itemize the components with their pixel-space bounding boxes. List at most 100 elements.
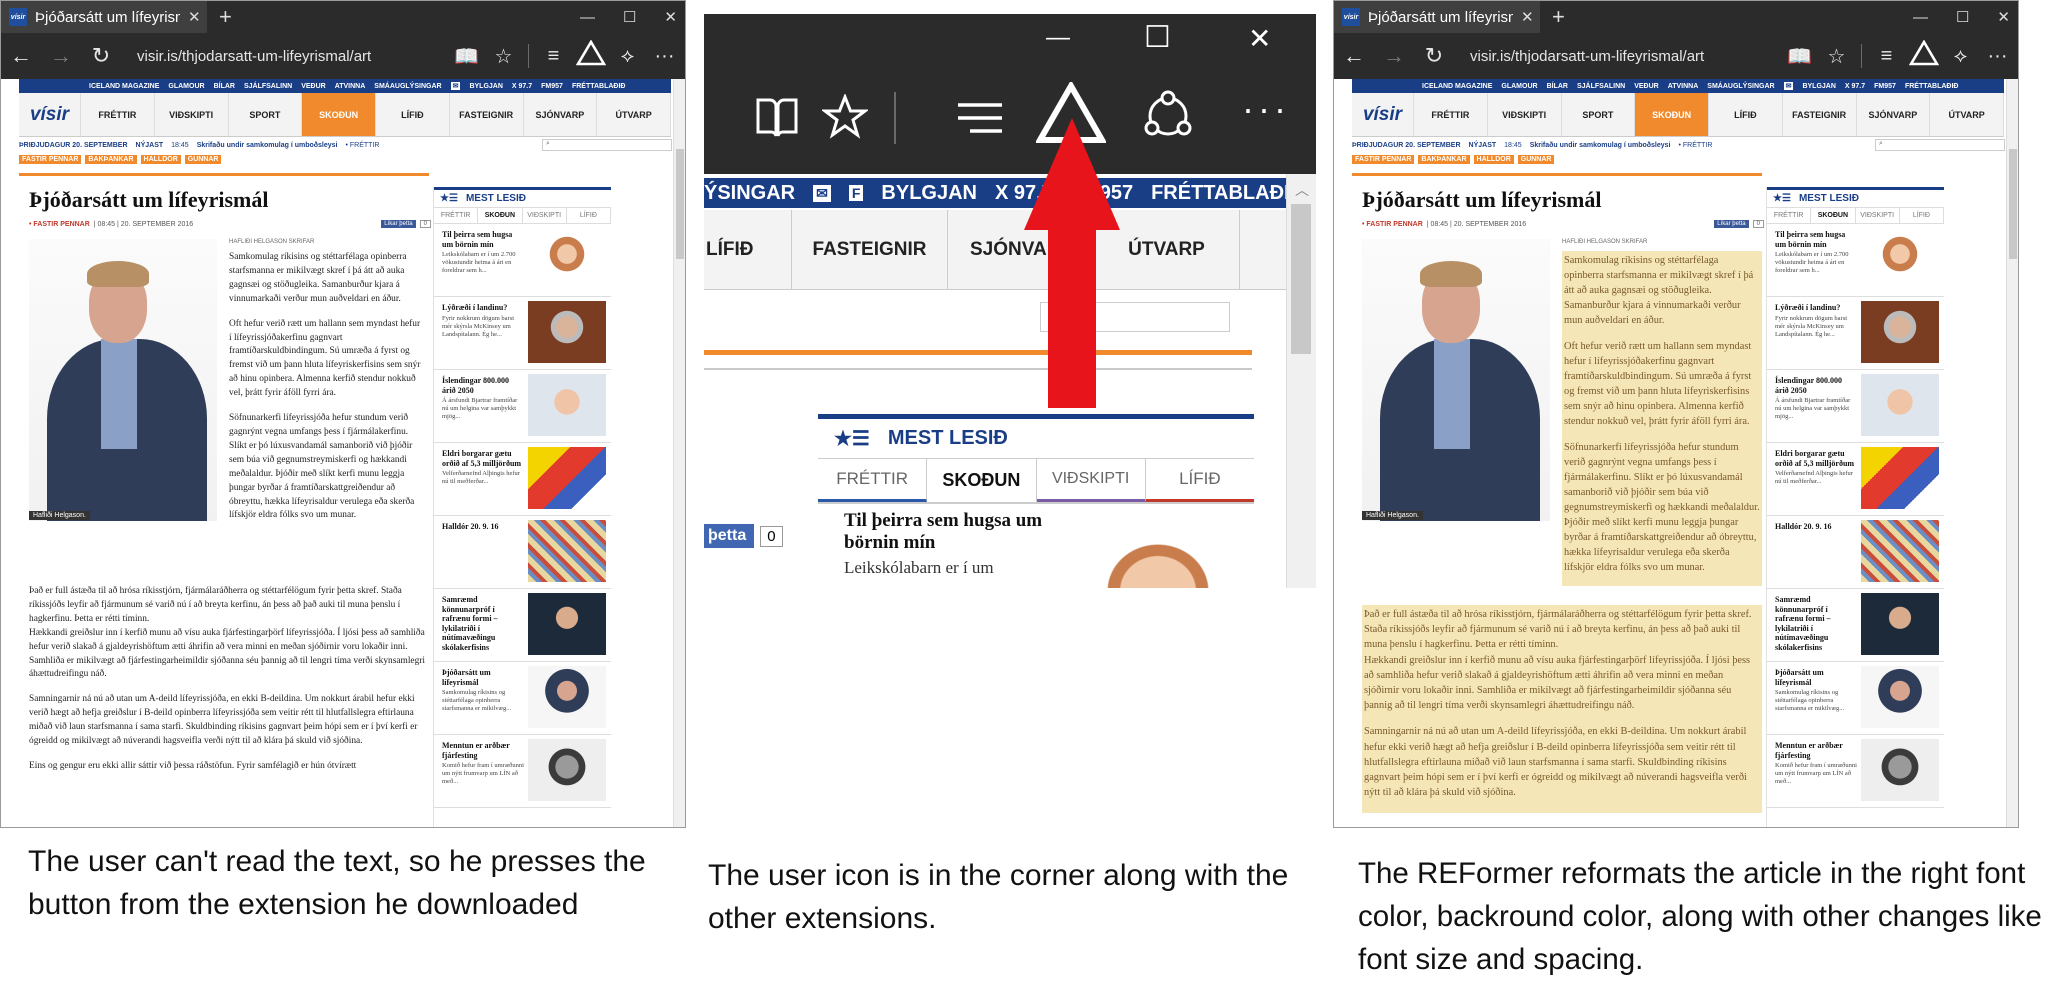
tab-lifid[interactable]: LÍFIÐ xyxy=(1900,208,1944,223)
tab-frettir[interactable]: FRÉTTIR xyxy=(1767,208,1812,223)
top-link[interactable]: X 97.7 xyxy=(512,83,532,90)
crumb-link[interactable]: BAKÞANKAR xyxy=(1418,155,1470,164)
nav-skodun[interactable]: SKOÐUN xyxy=(1635,93,1709,136)
close-window-icon[interactable]: ✕ xyxy=(1997,8,2010,26)
minimize-icon[interactable]: — xyxy=(1913,9,1928,26)
crumb-link[interactable]: GUNNAR xyxy=(184,155,222,164)
nav-vidskipti[interactable]: VIÐSKIPTI xyxy=(155,93,229,136)
top-link[interactable]: BÍLAR xyxy=(1547,83,1568,90)
close-window-icon[interactable]: ✕ xyxy=(1248,22,1271,55)
tab-frettir[interactable]: FRÉTTIR xyxy=(818,459,928,502)
list-item[interactable]: Halldór 20. 9. 16 xyxy=(434,516,611,589)
facebook-like-button[interactable]: Líkar þetta xyxy=(381,220,416,228)
forward-icon[interactable]: → xyxy=(1374,43,1414,69)
nav-frettir[interactable]: FRÉTTIR xyxy=(1414,93,1488,136)
top-link[interactable]: FRÉTTABLAÐIÐ xyxy=(572,83,626,90)
list-item[interactable]: Menntun er arðbær fjárfesting Komið hefur… xyxy=(1767,735,1944,808)
scroll-up-icon[interactable]: ︿ xyxy=(1295,180,1309,200)
nav-skodun[interactable]: SKOÐUN xyxy=(302,93,376,136)
top-link[interactable]: SMÁAUGLÝSINGAR xyxy=(1707,83,1774,90)
refresh-icon[interactable]: ↻ xyxy=(1414,43,1454,69)
scrollbar-thumb[interactable] xyxy=(676,149,684,259)
tab-skodun[interactable]: SKOÐUN xyxy=(1811,208,1856,223)
category-link[interactable]: • FASTIR PENNAR xyxy=(1362,221,1423,228)
mail-icon[interactable]: ✉ xyxy=(1783,82,1794,90)
browser-tab[interactable]: vísir Þjóðarsátt um lífeyrismál ✕ xyxy=(1,1,207,33)
back-icon[interactable]: ← xyxy=(1334,43,1374,69)
top-link[interactable]: GLAMOUR xyxy=(168,83,204,90)
crumb-link[interactable]: BAKÞANKAR xyxy=(85,155,137,164)
tab-vidskipti[interactable]: VIÐSKIPTI xyxy=(1856,208,1900,223)
crumb-link[interactable]: FASTIR PENNAR xyxy=(1352,155,1415,164)
newest-headline[interactable]: Skrifaðu undir samkomulag í umboðsleysi xyxy=(197,142,338,149)
reading-view-icon[interactable]: 📖 xyxy=(1783,44,1816,69)
tab-vidskipti[interactable]: VIÐSKIPTI xyxy=(523,208,567,223)
list-item[interactable]: Samræmd könnunarpróf í rafrænu formi – l… xyxy=(1767,589,1944,662)
tab-skodun[interactable]: SKOÐUN xyxy=(927,459,1037,502)
reformer-extension-icon[interactable] xyxy=(1907,39,1940,72)
newest-headline[interactable]: Skrifaðu undir samkomulag í umboðsleysi xyxy=(1530,142,1671,149)
list-item[interactable]: Íslendingar 800.000 árið 2050 Á ársfundi … xyxy=(434,370,611,443)
list-item[interactable]: Til þeirra sem hugsa um börnin mín Leiksk… xyxy=(1767,224,1944,297)
list-item[interactable]: Þjóðarsátt um lífeyrismál Samkomulag ríki… xyxy=(1767,662,1944,735)
reading-view-icon[interactable] xyxy=(754,94,800,145)
top-link[interactable]: ÝSINGAR xyxy=(704,182,795,205)
more-icon[interactable]: ··· xyxy=(1242,88,1290,130)
crumb-link[interactable]: FASTIR PENNAR xyxy=(19,155,82,164)
page-scrollbar[interactable] xyxy=(2006,79,2018,827)
hub-icon[interactable] xyxy=(956,100,1004,141)
top-link[interactable]: X 97.7 xyxy=(1845,83,1865,90)
share-icon[interactable] xyxy=(1142,90,1194,147)
nav-fasteignir[interactable]: FASTEIGNIR xyxy=(1783,93,1857,136)
list-item[interactable]: Lýðræði í landinu? Fyrir nokkrum dögum ba… xyxy=(434,297,611,370)
nav-lifid[interactable]: LÍFIÐ xyxy=(704,210,792,289)
facebook-like-button[interactable]: Líkar þetta xyxy=(1714,220,1749,228)
list-item[interactable]: Eldri borgarar gætu orðið af 5,3 milljör… xyxy=(1767,443,1944,516)
crumb-link[interactable]: GUNNAR xyxy=(1517,155,1555,164)
top-link[interactable]: FRÉTTABLAÐIÐ xyxy=(1151,182,1304,205)
top-link[interactable]: SJÁLFSALINN xyxy=(1577,83,1625,90)
nav-vidskipti[interactable]: VIÐSKIPTI xyxy=(1488,93,1562,136)
share-icon[interactable]: ⟡ xyxy=(611,45,644,68)
nav-utvarp[interactable]: ÚTVARP xyxy=(1930,93,2004,136)
maximize-icon[interactable]: ☐ xyxy=(1956,8,1969,26)
visir-logo[interactable]: vísir xyxy=(1352,93,1414,136)
refresh-icon[interactable]: ↻ xyxy=(81,43,121,69)
hub-icon[interactable]: ≡ xyxy=(537,45,570,68)
page-scrollbar[interactable]: ︿ xyxy=(1286,174,1316,588)
top-link[interactable]: BYLGJAN xyxy=(1802,83,1835,90)
nav-utvarp[interactable]: ÚTVARP xyxy=(597,93,671,136)
maximize-icon[interactable]: ☐ xyxy=(1144,20,1171,55)
minimize-icon[interactable]: — xyxy=(1046,24,1070,52)
tab-lifid[interactable]: LÍFIÐ xyxy=(1145,459,1254,502)
reformer-extension-icon[interactable] xyxy=(574,39,607,72)
list-item[interactable]: Lýðræði í landinu? Fyrir nokkrum dögum ba… xyxy=(1767,297,1944,370)
top-link[interactable]: GLAMOUR xyxy=(1501,83,1537,90)
page-scrollbar[interactable] xyxy=(673,79,685,827)
mail-icon[interactable]: ✉ xyxy=(450,82,461,90)
top-link[interactable]: BYLGJAN xyxy=(469,83,502,90)
top-link[interactable]: VEÐUR xyxy=(301,83,326,90)
tab-close-icon[interactable]: ✕ xyxy=(1521,8,1534,26)
nav-sport[interactable]: SPORT xyxy=(1562,93,1636,136)
nav-lifid[interactable]: LÍFIÐ xyxy=(376,93,450,136)
top-link[interactable]: FM957 xyxy=(541,83,563,90)
visir-logo[interactable]: vísir xyxy=(19,93,81,136)
top-link[interactable]: BÍLAR xyxy=(214,83,235,90)
favorite-star-icon[interactable]: ☆ xyxy=(487,44,520,69)
list-item[interactable]: Samræmd könnunarpróf í rafrænu formi – l… xyxy=(434,589,611,662)
list-item[interactable]: Til þeirra sem hugsa um börnin mín Leiks… xyxy=(818,504,1254,588)
favorite-star-icon[interactable]: ☆ xyxy=(1820,44,1853,69)
top-link[interactable]: ATVINNA xyxy=(335,83,366,90)
list-item[interactable]: Menntun er arðbær fjárfesting Komið hefur… xyxy=(434,735,611,808)
list-item[interactable]: Eldri borgarar gætu orðið af 5,3 milljör… xyxy=(434,443,611,516)
close-window-icon[interactable]: ✕ xyxy=(664,8,677,26)
nav-sjonvarp[interactable]: SJÓNVARP xyxy=(524,93,598,136)
more-icon[interactable]: ··· xyxy=(648,45,681,68)
top-link[interactable]: BYLGJAN xyxy=(881,182,977,205)
forward-icon[interactable]: → xyxy=(41,43,81,69)
address-bar[interactable]: visir.is/thjodarsatt-um-lifeyrismal/arti… xyxy=(137,48,372,65)
top-link[interactable]: VEÐUR xyxy=(1634,83,1659,90)
crumb-link[interactable]: HALLDÓR xyxy=(1473,155,1514,164)
favorite-star-icon[interactable] xyxy=(820,92,870,145)
